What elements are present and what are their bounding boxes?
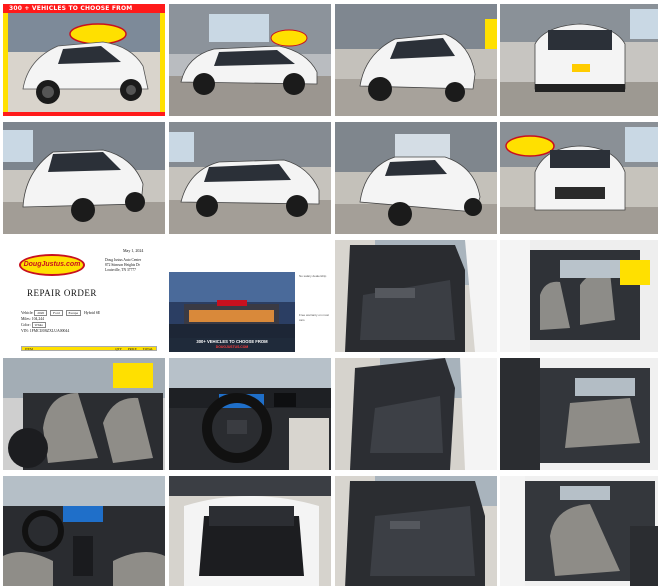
car-photo <box>500 4 658 116</box>
car-photo <box>169 122 331 234</box>
car-photo <box>3 122 165 234</box>
vin-label: VIN: <box>21 329 29 333</box>
dealer-address: Doug Justus Auto Center 872 Stimson Heig… <box>105 258 161 273</box>
photo-rear-seats-right[interactable] <box>500 476 658 586</box>
order-date: May 1, 2024 <box>123 248 144 253</box>
car-photo <box>335 122 497 234</box>
photo-front[interactable] <box>500 122 658 234</box>
car-photo <box>169 358 331 470</box>
promo-banner: 300 + VEHICLES TO CHOOSE FROM <box>3 4 165 13</box>
photo-front-seats-driver-view[interactable] <box>3 358 165 470</box>
vehicle-make: Ford <box>50 310 63 316</box>
promo-caption: 300+ VEHICLES TO CHOOSE FROM DOUGJUSTUS.… <box>169 338 295 352</box>
address-line: Louisville, TN 37777 <box>105 268 136 272</box>
photo-gallery-grid: 300 + VEHICLES TO CHOOSE FROM DougJustus… <box>0 0 658 586</box>
photo-rear-three-quarter-left[interactable] <box>335 4 497 116</box>
order-title: REPAIR ORDER <box>27 288 97 298</box>
col-item: ITEM <box>25 347 33 351</box>
car-photo <box>335 4 497 116</box>
car-photo <box>500 240 658 352</box>
car-photo <box>335 240 497 352</box>
photo-front-three-quarter-right[interactable] <box>335 122 497 234</box>
photo-driver-door-interior[interactable] <box>335 240 497 352</box>
vehicle-fields: Vehicle: 2020 Ford Escape Hybrid SE Mile… <box>21 310 100 334</box>
car-photo <box>3 358 165 470</box>
miles-label: Miles: <box>21 317 31 321</box>
promo-side-text: No salary dealership Free warranty on mo… <box>297 272 331 338</box>
photo-dashboard-steering[interactable] <box>169 358 331 470</box>
photo-dash-center-console[interactable] <box>3 476 165 586</box>
car-photo <box>169 476 331 586</box>
promo-side-line: No salary dealership <box>299 274 327 278</box>
car-photo <box>169 4 331 116</box>
car-photo <box>335 358 497 470</box>
dealership-photo <box>169 272 295 338</box>
car-photo <box>500 476 658 586</box>
car-photo <box>500 122 658 234</box>
photo-cargo-area[interactable] <box>169 476 331 586</box>
repair-order-document[interactable]: DougJustus.com May 1, 2024 Doug Justus A… <box>3 240 165 352</box>
promo-subline: DOUGJUSTUS.COM <box>215 345 249 349</box>
car-photo <box>500 358 658 470</box>
color-label: Color: <box>21 323 31 327</box>
vin-value: 1FMCU0BZXLUA00044 <box>29 329 70 333</box>
promo-side-line: Free warranty on most cars <box>299 313 330 322</box>
photo-rear[interactable] <box>500 4 658 116</box>
miles-value: 104,244 <box>31 317 45 321</box>
photo-rear-door-interior[interactable] <box>335 358 497 470</box>
order-table-header: ITEM QTY PRICE TOTAL <box>21 346 157 351</box>
car-photo <box>3 476 165 586</box>
dealership-promo[interactable]: No salary dealership Free warranty on mo… <box>169 240 331 352</box>
vehicle-label: Vehicle: <box>21 311 34 315</box>
col-qty: QTY <box>115 347 122 351</box>
photo-front-seats-passenger-view[interactable] <box>500 240 658 352</box>
car-photo <box>335 476 497 586</box>
photo-rear-door-panel[interactable] <box>335 476 497 586</box>
col-price: PRICE <box>127 347 137 351</box>
dealer-logo: DougJustus.com <box>19 254 85 276</box>
photo-side-left[interactable] <box>169 4 331 116</box>
photo-rear-seats[interactable] <box>500 358 658 470</box>
car-photo <box>3 4 165 116</box>
photo-side-right[interactable] <box>169 122 331 234</box>
col-total: TOTAL <box>142 347 153 351</box>
vehicle-trim: Hybrid SE <box>84 311 101 315</box>
promo-headline: 300+ VEHICLES TO CHOOSE FROM <box>196 339 268 344</box>
vehicle-model: Escape <box>65 310 82 316</box>
photo-front-three-quarter-promo[interactable]: 300 + VEHICLES TO CHOOSE FROM <box>3 4 165 116</box>
photo-rear-three-quarter-right[interactable] <box>3 122 165 234</box>
